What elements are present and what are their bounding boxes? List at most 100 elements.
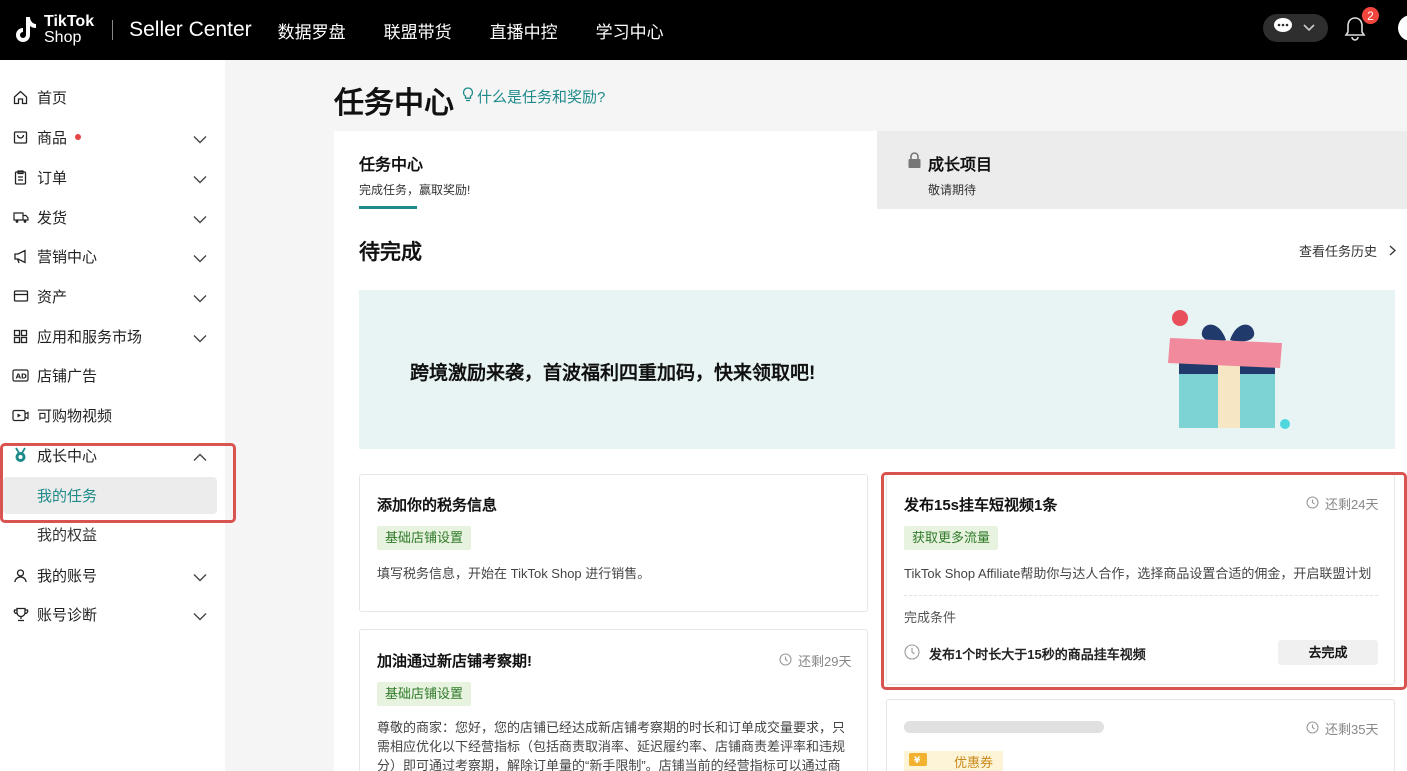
notification-count-badge: 2 (1361, 6, 1380, 25)
tab-subtitle: 敬请期待 (928, 183, 977, 197)
coupon-tag-text: 优惠券 (954, 755, 994, 770)
tiktok-note-icon (12, 15, 38, 45)
sidebar-item-products[interactable]: 商品 (0, 118, 225, 156)
chevron-down-icon (193, 171, 207, 188)
highlight-box-video-task (881, 472, 1407, 690)
chat-menu-button[interactable] (1263, 14, 1328, 42)
time-remaining-text: 还剩29天 (798, 654, 852, 669)
apps-icon (12, 328, 29, 345)
app-title: Seller Center (129, 18, 252, 41)
logo-divider (112, 20, 114, 40)
lock-icon (907, 152, 922, 174)
banner-text: 跨境激励来袭，首波福利四重加码，快来领取吧! (410, 363, 816, 384)
sidebar-item-label: 商品 (37, 129, 68, 147)
wallet-icon (12, 288, 29, 305)
chat-bubble-icon (1273, 17, 1295, 40)
lightbulb-icon (462, 87, 474, 106)
tab-task-center[interactable]: 任务中心 完成任务，赢取奖励! (334, 131, 877, 209)
sidebar-item-store-ads[interactable]: AD 店铺广告 (0, 356, 225, 394)
chevron-down-icon (193, 569, 207, 586)
chevron-down-icon (193, 250, 207, 267)
user-icon (12, 567, 29, 584)
sidebar-item-label: 营销中心 (37, 248, 98, 266)
sidebar-item-account-diagnosis[interactable]: 账号诊断 (0, 595, 225, 633)
task-card-description: 尊敬的商家：您好，您的店铺已经达成新店铺考察期的时长和订单成交量要求，只需相应优… (377, 720, 846, 771)
task-card-tax-info[interactable]: 添加你的税务信息 基础店铺设置 填写税务信息，开始在 TikTok Shop 进… (359, 474, 868, 612)
home-icon (12, 89, 29, 106)
clock-icon (1306, 720, 1319, 737)
sidebar-item-label: 发货 (37, 209, 68, 227)
sidebar-item-shoppable-video[interactable]: 可购物视频 (0, 396, 225, 434)
video-icon (12, 407, 29, 424)
sidebar-item-app-market[interactable]: 应用和服务市场 (0, 317, 225, 355)
chevron-down-icon (193, 608, 207, 625)
time-remaining: 还剩35天 (1306, 719, 1378, 738)
megaphone-icon (12, 248, 29, 265)
promo-banner[interactable]: 跨境激励来袭，首波福利四重加码，快来领取吧! (359, 290, 1395, 449)
coupon-tag: ¥ 优惠券 (904, 750, 1004, 771)
top-nav: 数据罗盘 联盟带货 直播中控 学习中心 (278, 18, 702, 43)
task-tag: 基础店铺设置 (377, 526, 472, 550)
sidebar-item-label: 可购物视频 (37, 407, 113, 425)
highlight-box-growth-center (0, 443, 236, 523)
chevron-right-icon (1389, 244, 1396, 259)
task-history-link-text: 查看任务历史 (1299, 244, 1378, 259)
chevron-down-icon (193, 290, 207, 307)
sidebar-item-label: 首页 (37, 89, 68, 107)
svg-text:¥: ¥ (914, 756, 921, 766)
tiktok-shop-logo[interactable]: TikTok Shop (12, 14, 94, 46)
topnav-learning-center[interactable]: 学习中心 (596, 18, 664, 43)
trophy-icon (12, 606, 29, 623)
task-card-store-review[interactable]: 加油通过新店铺考察期! 还剩29天 基础店铺设置 尊敬的商家：您好，您的店铺已经… (359, 629, 868, 771)
clock-icon (779, 652, 792, 669)
chevron-down-icon (193, 330, 207, 347)
task-card-title: 添加你的税务信息 (377, 497, 498, 514)
tab-title: 任务中心 (359, 157, 424, 174)
clipboard-icon (12, 169, 29, 186)
svg-text:AD: AD (16, 372, 27, 380)
logo-text-shop: Shop (44, 29, 82, 46)
sidebar-item-my-account[interactable]: 我的账号 (0, 556, 225, 594)
logo-text-tiktok: TikTok (44, 13, 95, 30)
product-icon (12, 129, 29, 146)
top-bar: TikTok Shop Seller Center 数据罗盘 联盟带货 直播中控… (0, 0, 1407, 60)
task-card-coupon[interactable]: 还剩35天 ¥ 优惠券 (886, 699, 1395, 771)
unread-dot (75, 134, 82, 140)
truck-icon (12, 209, 29, 226)
gift-box-illustration (1164, 310, 1294, 440)
sidebar-item-orders[interactable]: 订单 (0, 158, 225, 196)
page-title: 任务中心 (334, 87, 454, 120)
sidebar-item-label: 我的账号 (37, 567, 98, 585)
task-card-description: 填写税务信息，开始在 TikTok Shop 进行销售。 (377, 566, 651, 581)
coupon-icon: ¥ (908, 750, 928, 771)
sidebar-item-label: 店铺广告 (37, 367, 98, 385)
sidebar-item-label: 资产 (37, 288, 68, 306)
tab-title: 成长项目 (928, 157, 993, 174)
sidebar-item-label: 订单 (37, 169, 68, 187)
sidebar-item-home[interactable]: 首页 (0, 78, 225, 116)
help-link[interactable]: 什么是任务和奖励? (462, 86, 605, 107)
task-tag: 基础店铺设置 (377, 682, 472, 706)
task-card-title: 加油通过新店铺考察期! (377, 653, 532, 670)
time-remaining: 还剩29天 (779, 651, 851, 670)
topnav-affiliate[interactable]: 联盟带货 (384, 18, 452, 43)
tab-subtitle: 完成任务，赢取奖励! (359, 183, 471, 197)
ad-icon: AD (12, 367, 29, 384)
tab-growth-program[interactable]: 成长项目 敬请期待 (877, 131, 1407, 209)
chevron-down-icon (1303, 19, 1315, 37)
section-title-pending: 待完成 (359, 241, 422, 264)
sidebar-item-assets[interactable]: 资产 (0, 277, 225, 315)
sidebar-item-label: 账号诊断 (37, 606, 98, 624)
sidebar: 首页 商品 订单 发货 营销中心 资产 应用和服务市场 AD 店铺广告 可购物视… (0, 60, 225, 771)
time-remaining-text: 还剩35天 (1325, 722, 1379, 737)
help-link-text: 什么是任务和奖励? (477, 89, 606, 106)
avatar[interactable] (1398, 15, 1407, 41)
chevron-down-icon (193, 131, 207, 148)
topnav-live-control[interactable]: 直播中控 (490, 18, 558, 43)
task-history-link[interactable]: 查看任务历史 (1299, 241, 1396, 260)
task-card-title-blurred (904, 721, 1104, 733)
sidebar-item-shipping[interactable]: 发货 (0, 198, 225, 236)
chevron-down-icon (193, 211, 207, 228)
topnav-data-compass[interactable]: 数据罗盘 (278, 18, 346, 43)
sidebar-item-marketing[interactable]: 营销中心 (0, 237, 225, 275)
